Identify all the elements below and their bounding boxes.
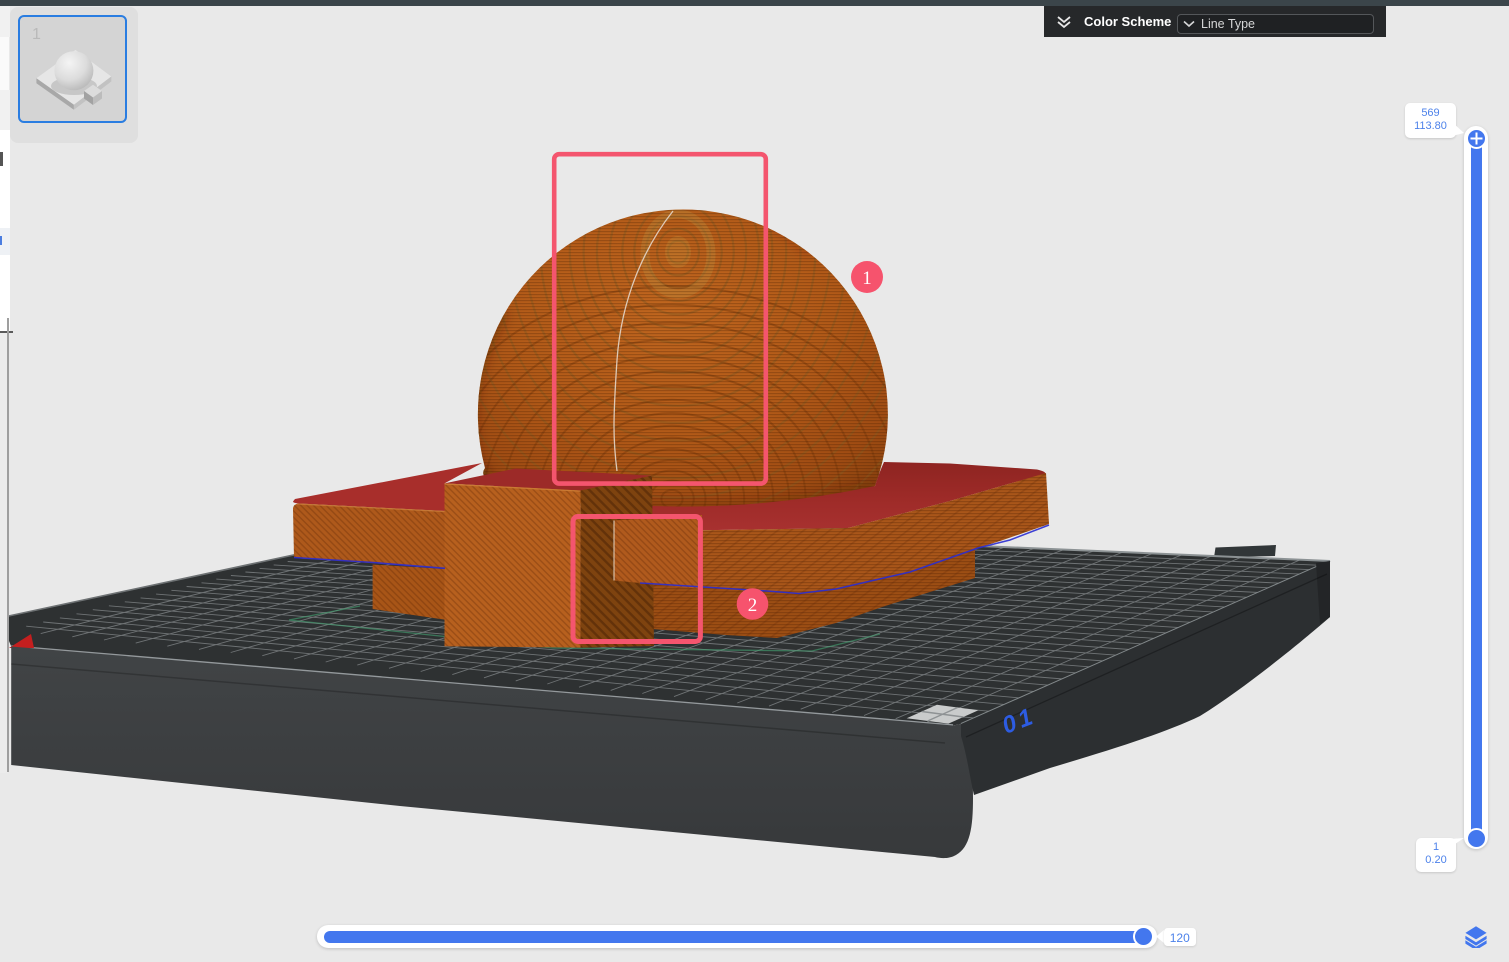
svg-text:1: 1 xyxy=(862,268,872,289)
svg-text:2: 2 xyxy=(748,595,758,616)
